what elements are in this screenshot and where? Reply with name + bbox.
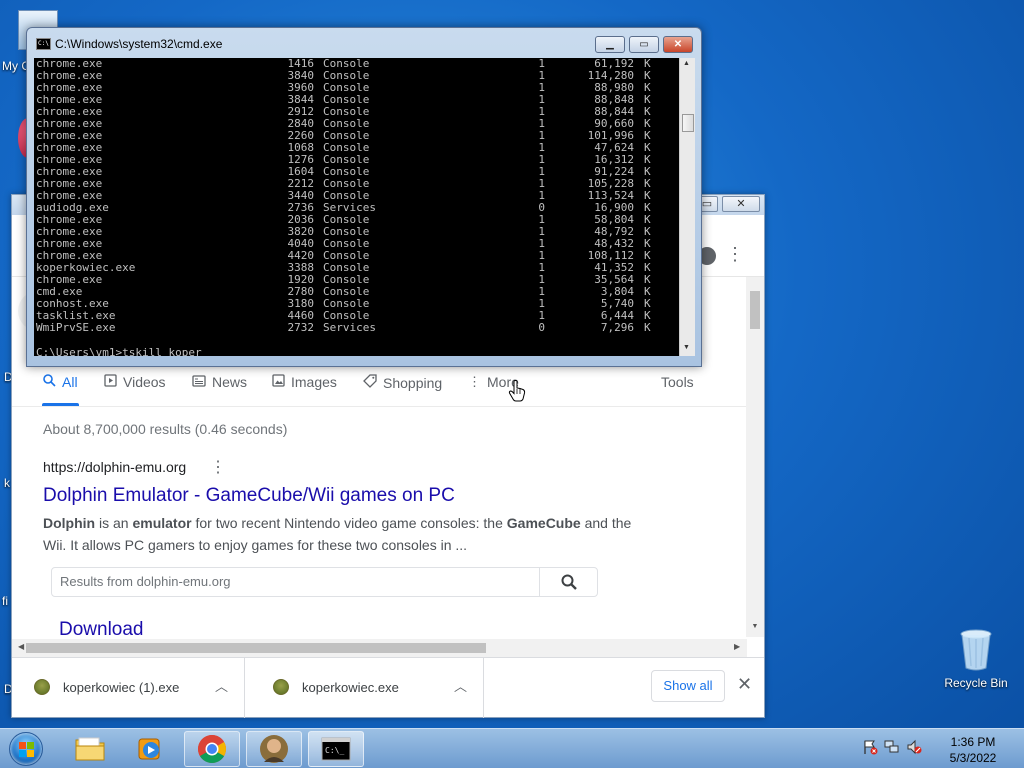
minimize-button[interactable]: ▁ bbox=[595, 36, 625, 53]
news-icon bbox=[192, 374, 206, 390]
windows-logo-icon bbox=[9, 732, 43, 766]
explorer-taskbar-button[interactable] bbox=[62, 731, 118, 767]
recycle-bin[interactable]: Recycle Bin bbox=[940, 628, 1012, 690]
chrome-taskbar-button[interactable] bbox=[184, 731, 240, 767]
download-filename: koperkowiec.exe bbox=[302, 680, 399, 695]
sitelink-download[interactable]: Download bbox=[59, 619, 144, 641]
scroll-up-icon[interactable]: ▲ bbox=[683, 60, 690, 67]
volume-muted-icon[interactable] bbox=[906, 739, 922, 755]
network-icon[interactable] bbox=[884, 739, 900, 755]
tab-news[interactable]: News bbox=[192, 374, 247, 390]
file-icon bbox=[34, 679, 50, 695]
chrome-icon bbox=[198, 735, 226, 763]
search-icon bbox=[43, 374, 56, 390]
desktop-icon-label: fi bbox=[2, 594, 8, 608]
console-cell: K bbox=[644, 321, 651, 334]
chevron-up-icon[interactable]: ︿ bbox=[454, 676, 467, 695]
console-cell: 2732 bbox=[287, 321, 315, 334]
download-item[interactable]: koperkowiec (1).exe ︿ bbox=[12, 658, 245, 718]
tab-images[interactable]: Images bbox=[272, 374, 337, 390]
koperkowiec-taskbar-button[interactable] bbox=[246, 731, 302, 767]
console-cell: Services bbox=[323, 321, 376, 334]
file-icon bbox=[273, 679, 289, 695]
terminal-icon: C:\_ bbox=[321, 737, 351, 761]
svg-text:C:\_: C:\_ bbox=[325, 746, 344, 755]
tab-videos[interactable]: Videos bbox=[104, 374, 166, 390]
hand-cursor-icon bbox=[508, 380, 526, 407]
scrollbar-thumb[interactable] bbox=[26, 643, 486, 653]
media-player-icon bbox=[138, 738, 160, 760]
action-center-flag-icon[interactable] bbox=[862, 739, 878, 755]
console-prompt[interactable]: C:\Users\vm1>tskill koper bbox=[36, 346, 202, 356]
recycle-bin-icon bbox=[959, 628, 993, 672]
start-button[interactable] bbox=[4, 730, 48, 768]
tab-tools[interactable]: Tools bbox=[661, 374, 694, 390]
console-row: WmiPrvSE.exe 2732 Services 0 7,296 K bbox=[34, 322, 679, 334]
download-bar: koperkowiec (1).exe ︿ koperkowiec.exe ︿ … bbox=[12, 657, 764, 718]
close-button[interactable]: ✕ bbox=[663, 36, 693, 53]
horizontal-scrollbar[interactable]: ◀ ▶ bbox=[12, 639, 747, 657]
result-url[interactable]: https://dolphin-emu.org bbox=[43, 459, 186, 475]
vertical-scrollbar[interactable]: ▲ ▼ bbox=[679, 58, 695, 356]
console-output[interactable]: chrome.exe 1416 Console 1 61,192 Kchrome.exe 3… bbox=[34, 58, 679, 356]
result-title-link[interactable]: Dolphin Emulator - GameCube/Wii games on… bbox=[43, 485, 455, 507]
result-stats: About 8,700,000 results (0.46 seconds) bbox=[43, 421, 288, 437]
console-cell: 0 bbox=[538, 321, 545, 334]
scroll-right-icon[interactable]: ▶ bbox=[734, 642, 740, 651]
download-filename: koperkowiec (1).exe bbox=[63, 680, 180, 695]
more-vertical-icon: ⋮ bbox=[468, 374, 481, 389]
search-icon bbox=[561, 574, 577, 590]
console-cell: 7,296 bbox=[600, 321, 634, 334]
search-tabs: All Videos News Images Shopping ⋮ More T… bbox=[12, 365, 747, 407]
close-icon[interactable]: ✕ bbox=[737, 674, 752, 695]
chrome-menu-icon[interactable]: ⋮ bbox=[726, 245, 744, 263]
active-tab-indicator bbox=[42, 403, 79, 406]
scrollbar-thumb[interactable] bbox=[750, 291, 760, 329]
site-search-button[interactable] bbox=[539, 568, 597, 596]
more-options-icon[interactable]: ⋮ bbox=[210, 457, 226, 477]
recycle-bin-label: Recycle Bin bbox=[944, 676, 1008, 690]
scroll-down-icon[interactable]: ▼ bbox=[746, 623, 764, 630]
console-cell: WmiPrvSE.exe bbox=[36, 321, 116, 334]
cmd-taskbar-button[interactable]: C:\_ bbox=[308, 731, 364, 767]
site-search-input[interactable]: Results from dolphin-emu.org bbox=[51, 567, 598, 597]
scroll-down-icon[interactable]: ▼ bbox=[683, 344, 690, 351]
clock-date: 5/3/2022 bbox=[949, 751, 997, 765]
result-snippet: Dolphin is an emulator for two recent Ni… bbox=[43, 515, 632, 553]
download-item[interactable]: koperkowiec.exe ︿ bbox=[251, 658, 484, 718]
clock-time: 1:36 PM bbox=[950, 735, 996, 749]
folder-icon bbox=[75, 737, 105, 761]
taskbar: C:\_ 1:36 PM 5/3/2022 bbox=[0, 728, 1024, 768]
chevron-up-icon[interactable]: ︿ bbox=[215, 676, 228, 695]
cmd-window: C:\ C:\Windows\system32\cmd.exe ▁ ▭ ✕ ch… bbox=[26, 27, 702, 367]
scrollbar-thumb[interactable] bbox=[682, 114, 694, 132]
scroll-left-icon[interactable]: ◀ bbox=[18, 642, 24, 651]
tab-all[interactable]: All bbox=[43, 374, 78, 390]
system-clock[interactable]: 1:36 PM 5/3/2022 bbox=[938, 734, 1008, 766]
app-avatar-icon bbox=[260, 735, 288, 763]
image-icon bbox=[272, 374, 285, 390]
close-button[interactable]: ✕ bbox=[722, 196, 760, 212]
site-search-placeholder: Results from dolphin-emu.org bbox=[60, 574, 231, 589]
desktop-icon-label: k bbox=[4, 476, 10, 490]
maximize-button[interactable]: ▭ bbox=[629, 36, 659, 53]
show-all-button[interactable]: Show all bbox=[651, 670, 725, 702]
cmd-app-icon: C:\ bbox=[36, 38, 51, 50]
tab-shopping[interactable]: Shopping bbox=[363, 374, 442, 391]
media-player-taskbar-button[interactable] bbox=[122, 731, 178, 767]
vertical-scrollbar[interactable]: ▼ bbox=[746, 277, 764, 637]
window-title: C:\Windows\system32\cmd.exe bbox=[55, 37, 223, 51]
system-tray bbox=[862, 739, 922, 755]
video-icon bbox=[104, 374, 117, 390]
tag-icon bbox=[363, 374, 377, 391]
